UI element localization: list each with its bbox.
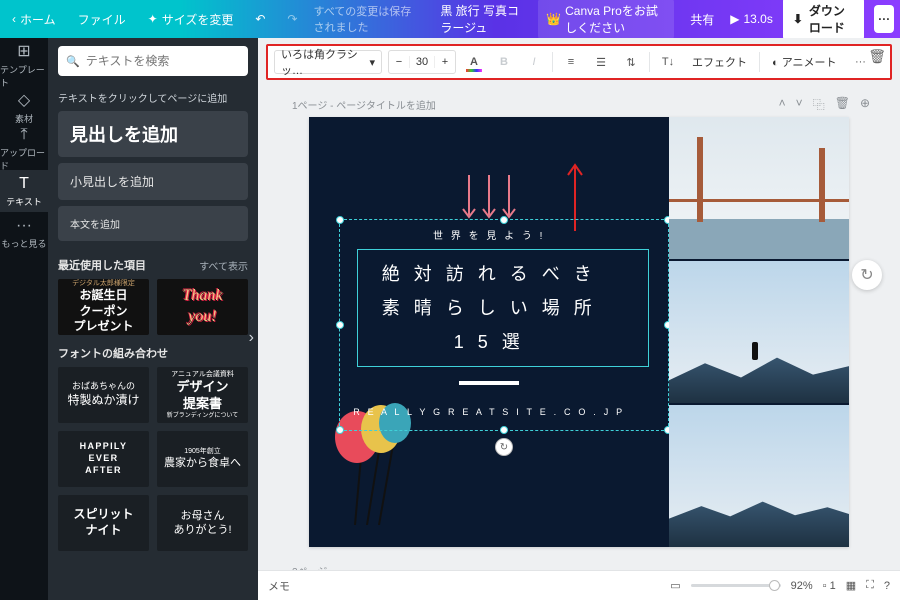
chevron-down-icon: ▾ [369,56,375,69]
bottom-bar: メモ ▭ 92% ▫ 1 ▦ ⛶ ? [258,570,900,600]
photo-bridge[interactable] [669,117,849,259]
page-duplicate-icon[interactable]: ⿻ [813,96,825,113]
font-size-decrease[interactable]: − [389,56,409,68]
resize-label: サイズを変更 [162,11,234,28]
spacing-button[interactable]: ⇅ [619,50,643,74]
shapes-icon: ◇ [18,90,30,110]
add-subheading-button[interactable]: 小見出しを追加 [58,163,248,200]
recent-thumb-2[interactable]: Thank you! [157,279,248,335]
home-button[interactable]: ‹ ホーム [6,7,62,32]
undo-button[interactable]: ↶ [249,8,271,30]
combo-thumb-4[interactable]: 1905年創立農家から食卓へ [157,431,248,487]
zoom-value[interactable]: 92% [791,580,813,592]
canvas-text-url[interactable]: R E A L L Y G R E A T S I T E . C O . J … [309,407,669,417]
try-pro-button[interactable]: 👑 Canva Proをお試しください [538,0,674,40]
combo-thumb-1[interactable]: おばあちゃんの特製ぬか漬け [58,367,149,423]
font-size-value[interactable]: 30 [409,56,435,68]
recent-next[interactable]: › [249,329,254,347]
divider-graphic [459,381,519,385]
timeline-icon[interactable]: ▭ [670,579,680,592]
photo-lake[interactable] [669,261,849,403]
page-counter[interactable]: ▫ 1 [823,580,836,592]
text-color-button[interactable]: A [462,50,486,74]
text-side-panel: 🔍 テキストをクリックしてページに追加 見出しを追加 小見出しを追加 本文を追加… [48,38,258,600]
rail-more[interactable]: ···もっと見る [0,212,48,254]
page-add-icon[interactable]: ⊕ [860,96,870,113]
italic-button[interactable]: I [522,50,546,74]
recent-section-title: 最近使用した項目 [58,257,146,273]
canvas-scroll[interactable]: 1ページ - ページタイトルを追加 ˄ ˅ ⿻ 🗑 ⊕ [258,80,900,570]
combo-thumb-6[interactable]: お母さんありがとう! [157,495,248,551]
left-rail: ⊞テンプレート ◇素材 ⤒アップロード Tテキスト ···もっと見る [0,38,48,600]
file-label: ファイル [78,11,126,28]
add-heading-button[interactable]: 見出しを追加 [58,111,248,157]
rail-elements[interactable]: ◇素材 [0,86,48,128]
rail-templates[interactable]: ⊞テンプレート [0,44,48,86]
font-size-stepper: − 30 + [388,50,456,74]
search-input[interactable] [86,54,241,68]
page1-tools: ˄ ˅ ⿻ 🗑 ⊕ [779,96,870,113]
rotate-handle[interactable]: ↻ [495,438,513,456]
photo-mountains[interactable] [669,405,849,547]
click-to-add-caption: テキストをクリックしてページに追加 [58,90,248,105]
editor-area: いろは角クラシッ…▾ − 30 + A B I ≡ ☰ ⇅ T↓ エフェクト ◐… [258,38,900,600]
rail-uploads[interactable]: ⤒アップロード [0,128,48,170]
combo-thumb-2[interactable]: アニュアル会議資料デザイン提案書新ブランディングについて [157,367,248,423]
effects-button[interactable]: エフェクト [686,54,753,70]
font-family-select[interactable]: いろは角クラシッ…▾ [274,50,382,74]
recent-grid: デジタル太郎様限定 お誕生日 クーポン プレゼント Thank you! › [58,279,248,335]
canvas-text-tagline[interactable]: 世 界 を 見 よ う ! [309,227,669,242]
list-button[interactable]: ☰ [589,50,613,74]
combo-thumb-3[interactable]: HAPPILYEVERAFTER [58,431,149,487]
home-label: ホーム [20,11,56,28]
page-delete-icon[interactable]: 🗑 [835,96,850,113]
redo-button[interactable]: ↷ [281,8,303,30]
animate-button[interactable]: ◐ アニメート [766,54,842,70]
recent-thumb-1[interactable]: デジタル太郎様限定 お誕生日 クーポン プレゼント [58,279,149,335]
save-status: すべての変更は保存されました [313,3,420,35]
text-icon: T [19,175,29,193]
grid-icon: ⊞ [17,41,30,61]
fullscreen-icon[interactable]: ⛶ [866,579,874,592]
page-up-icon[interactable]: ˄ [779,96,786,113]
zoom-thumb[interactable] [769,580,780,591]
combos-section-title: フォントの組み合わせ [58,345,168,361]
notes-button[interactable]: メモ [268,578,290,594]
more-menu-button[interactable]: ··· [874,5,894,33]
duration-label: 13.0s [743,12,772,26]
delete-element-button[interactable]: 🗑 [868,48,886,65]
text-toolbar: いろは角クラシッ…▾ − 30 + A B I ≡ ☰ ⇅ T↓ エフェクト ◐… [266,44,892,80]
vertical-text-button[interactable]: T↓ [656,50,680,74]
show-all-recent[interactable]: すべて表示 [199,258,248,273]
document-title[interactable]: 黒 旅行 写真コラージュ [440,2,528,36]
photo-strip [669,117,849,547]
file-menu[interactable]: ファイル [72,7,132,32]
page2-label[interactable]: 2ページ [292,563,327,570]
help-icon[interactable]: ? [884,580,890,592]
upload-icon: ⤒ [20,126,27,144]
resize-button[interactable]: ✦ サイズを変更 [142,7,240,32]
download-button[interactable]: ⬇ ダウンロード [783,0,865,41]
align-button[interactable]: ≡ [559,50,583,74]
present-button[interactable]: ▶ 13.0s [730,12,773,26]
redo-floating-button[interactable]: ↻ [852,260,882,290]
search-icon: 🔍 [66,55,80,68]
share-button[interactable]: 共有 [684,7,720,32]
page-1-canvas[interactable]: ↻ 世 界 を 見 よ う ! 絶 対 訪 れ る べ き 素 晴 ら し い … [309,117,849,547]
search-box[interactable]: 🔍 [58,46,248,76]
font-size-increase[interactable]: + [435,56,455,68]
zoom-slider[interactable] [691,584,781,587]
add-body-button[interactable]: 本文を追加 [58,206,248,241]
combos-grid: おばあちゃんの特製ぬか漬け アニュアル会議資料デザイン提案書新ブランディングにつ… [58,367,248,551]
grid-view-icon[interactable]: ▦ [846,579,856,592]
annotation-arrows-icon [455,173,525,225]
combo-thumb-5[interactable]: スピリットナイト [58,495,149,551]
top-bar: ‹ ホーム ファイル ✦ サイズを変更 ↶ ↷ すべての変更は保存されました 黒… [0,0,900,38]
dots-icon: ··· [16,217,32,235]
page-down-icon[interactable]: ˅ [796,96,803,113]
rail-text[interactable]: Tテキスト [0,170,48,212]
bold-button[interactable]: B [492,50,516,74]
canvas-text-heading[interactable]: 絶 対 訪 れ る べ き 素 晴 ら し い 場 所 1 5 選 [309,257,669,360]
page1-label[interactable]: 1ページ - ページタイトルを追加 [292,97,436,112]
